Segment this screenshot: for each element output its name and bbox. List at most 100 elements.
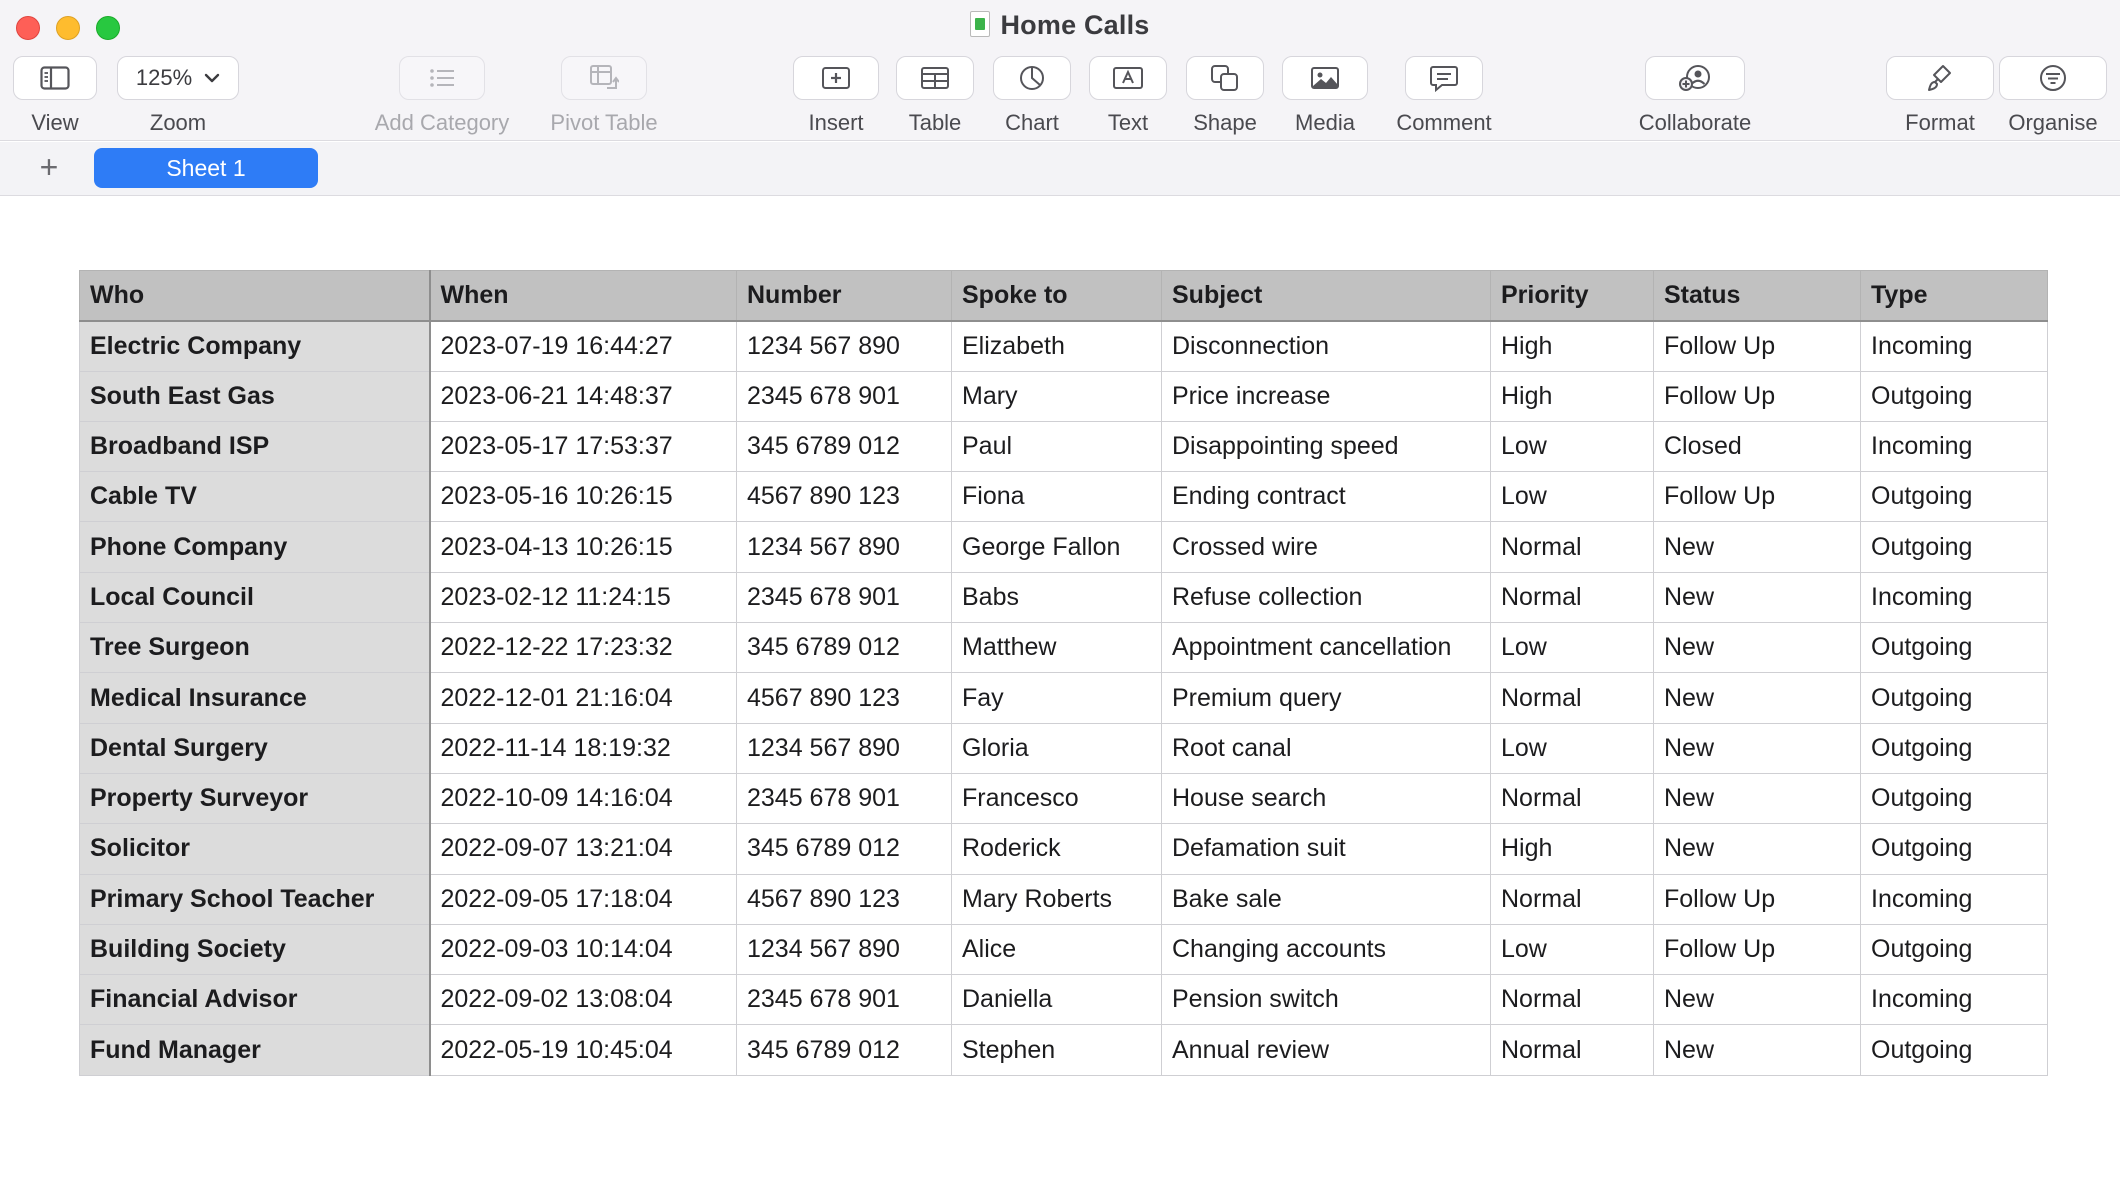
cell-who[interactable]: Cable TV [79,471,431,523]
cell-type[interactable]: Outgoing [1860,823,2048,875]
add-category-tool[interactable]: Add Category [362,56,522,136]
cell-who[interactable]: Local Council [79,571,431,624]
column-header[interactable]: Subject [1161,269,1491,322]
cell-when[interactable]: 2023-05-17 17:53:37 [429,420,737,473]
cell-when[interactable]: 2022-11-14 18:19:32 [429,722,737,774]
format-tool[interactable]: Format [1886,56,1994,136]
cell-status[interactable]: New [1653,823,1861,875]
cell-when[interactable]: 2022-09-03 10:14:04 [429,923,737,976]
cell-who[interactable]: Dental Surgery [79,722,431,774]
cell-priority[interactable]: Normal [1490,772,1654,825]
cell-spoke-to[interactable]: Mary [951,370,1162,422]
cell-number[interactable]: 2345 678 901 [736,772,952,825]
cell-who[interactable]: South East Gas [79,370,431,422]
cell-who[interactable]: Tree Surgeon [79,622,431,674]
cell-status[interactable]: New [1653,672,1861,724]
cell-spoke-to[interactable]: Francesco [951,772,1162,825]
cell-spoke-to[interactable]: Mary Roberts [951,873,1162,925]
cell-subject[interactable]: Pension switch [1161,974,1491,1026]
comment-tool[interactable]: Comment [1394,56,1494,136]
cell-status[interactable]: Follow Up [1653,471,1861,523]
cell-type[interactable]: Outgoing [1860,622,2048,674]
cell-when[interactable]: 2023-04-13 10:26:15 [429,521,737,573]
cell-priority[interactable]: High [1490,823,1654,875]
cell-status[interactable]: Follow Up [1653,320,1861,372]
cell-status[interactable]: Follow Up [1653,873,1861,925]
cell-when[interactable]: 2022-09-05 17:18:04 [429,873,737,925]
column-header[interactable]: Type [1860,269,2048,322]
cell-subject[interactable]: Premium query [1161,672,1491,724]
view-button[interactable] [13,56,97,100]
organise-tool[interactable]: Organise [1999,56,2107,136]
tab-sheet-1[interactable]: Sheet 1 [94,148,318,188]
cell-subject[interactable]: Price increase [1161,370,1491,422]
cell-priority[interactable]: Low [1490,622,1654,674]
cell-when[interactable]: 2023-07-19 16:44:27 [429,320,737,372]
cell-status[interactable]: New [1653,571,1861,624]
cell-status[interactable]: Follow Up [1653,923,1861,976]
column-header[interactable]: Who [79,269,431,322]
cell-subject[interactable]: Changing accounts [1161,923,1491,976]
cell-who[interactable]: Primary School Teacher [79,873,431,925]
media-tool[interactable]: Media [1282,56,1368,136]
organise-button[interactable] [1999,56,2107,100]
chart-button[interactable] [993,56,1071,100]
cell-subject[interactable]: Appointment cancellation [1161,622,1491,674]
cell-number[interactable]: 345 6789 012 [736,622,952,674]
cell-who[interactable]: Financial Advisor [79,974,431,1026]
cell-spoke-to[interactable]: Matthew [951,622,1162,674]
cell-type[interactable]: Outgoing [1860,772,2048,825]
pivot-table-button[interactable] [561,56,647,100]
cell-who[interactable]: Broadband ISP [79,420,431,473]
cell-status[interactable]: New [1653,622,1861,674]
zoom-select[interactable]: 125% [117,56,239,100]
add-category-button[interactable] [399,56,485,100]
cell-number[interactable]: 345 6789 012 [736,1024,952,1076]
cell-type[interactable]: Outgoing [1860,722,2048,774]
cell-subject[interactable]: House search [1161,772,1491,825]
cell-number[interactable]: 4567 890 123 [736,471,952,523]
cell-who[interactable]: Building Society [79,923,431,976]
cell-number[interactable]: 2345 678 901 [736,370,952,422]
cell-who[interactable]: Medical Insurance [79,672,431,724]
cell-when[interactable]: 2022-05-19 10:45:04 [429,1024,737,1076]
cell-spoke-to[interactable]: George Fallon [951,521,1162,573]
view-tool[interactable]: View [13,56,97,136]
cell-status[interactable]: Closed [1653,420,1861,473]
cell-status[interactable]: New [1653,974,1861,1026]
cell-priority[interactable]: Low [1490,471,1654,523]
cell-subject[interactable]: Disappointing speed [1161,420,1491,473]
cell-subject[interactable]: Ending contract [1161,471,1491,523]
cell-type[interactable]: Incoming [1860,974,2048,1026]
cell-type[interactable]: Outgoing [1860,672,2048,724]
cell-subject[interactable]: Annual review [1161,1024,1491,1076]
cell-number[interactable]: 4567 890 123 [736,672,952,724]
cell-priority[interactable]: Low [1490,722,1654,774]
table-tool[interactable]: Table [896,56,974,136]
cell-spoke-to[interactable]: Daniella [951,974,1162,1026]
zoom-tool[interactable]: 125% Zoom [117,56,239,136]
cell-when[interactable]: 2022-09-02 13:08:04 [429,974,737,1026]
cell-number[interactable]: 2345 678 901 [736,974,952,1026]
cell-who[interactable]: Fund Manager [79,1024,431,1076]
cell-spoke-to[interactable]: Babs [951,571,1162,624]
chart-tool[interactable]: Chart [993,56,1071,136]
cell-spoke-to[interactable]: Elizabeth [951,320,1162,372]
text-button[interactable] [1089,56,1167,100]
cell-number[interactable]: 4567 890 123 [736,873,952,925]
column-header[interactable]: Priority [1490,269,1654,322]
cell-when[interactable]: 2022-09-07 13:21:04 [429,823,737,875]
cell-type[interactable]: Incoming [1860,873,2048,925]
cell-who[interactable]: Solicitor [79,823,431,875]
column-header[interactable]: Number [736,269,952,322]
cell-number[interactable]: 1234 567 890 [736,521,952,573]
insert-button[interactable] [793,56,879,100]
cell-spoke-to[interactable]: Fiona [951,471,1162,523]
cell-who[interactable]: Phone Company [79,521,431,573]
cell-when[interactable]: 2022-12-01 21:16:04 [429,672,737,724]
cell-spoke-to[interactable]: Fay [951,672,1162,724]
shape-tool[interactable]: Shape [1186,56,1264,136]
cell-status[interactable]: New [1653,772,1861,825]
cell-priority[interactable]: Normal [1490,873,1654,925]
cell-subject[interactable]: Disconnection [1161,320,1491,372]
